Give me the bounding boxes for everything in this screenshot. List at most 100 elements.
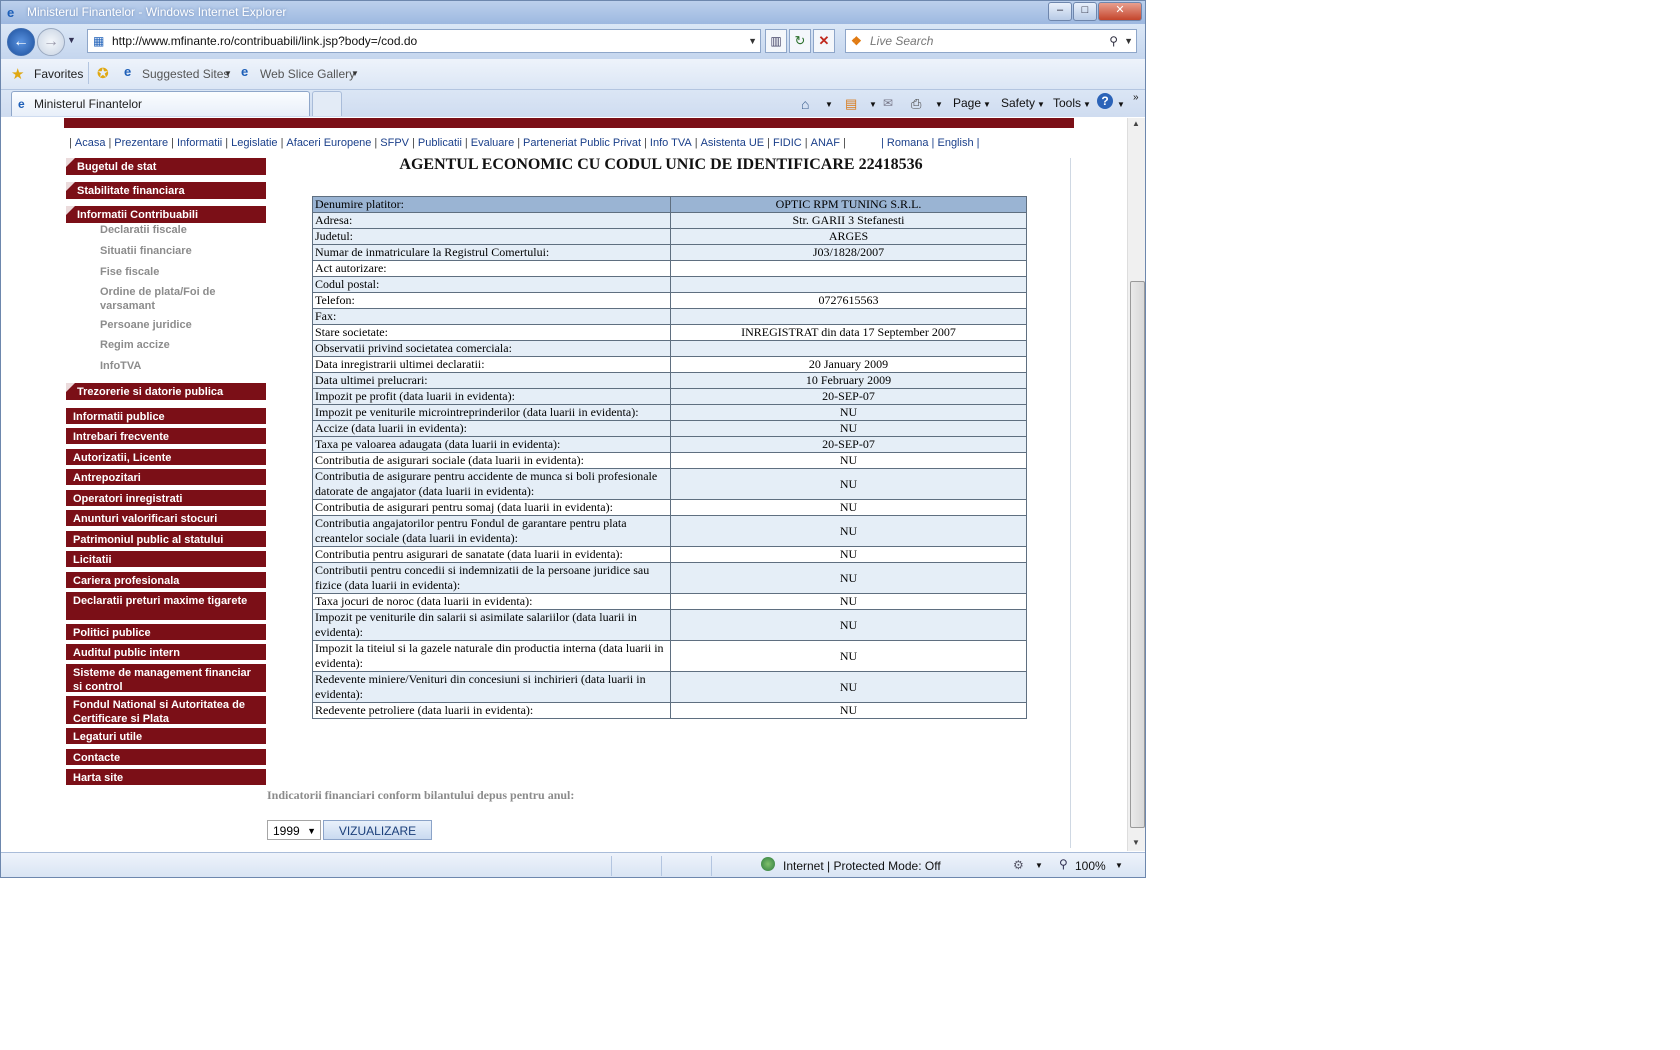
vertical-scrollbar[interactable]: ▲ ▼ bbox=[1127, 118, 1145, 851]
sidebar-item[interactable]: Harta site bbox=[66, 769, 266, 785]
home-icon[interactable]: ⌂ bbox=[801, 96, 809, 112]
sidebar-item[interactable]: Antrepozitari bbox=[66, 469, 266, 485]
sidebar-item[interactable]: Contacte bbox=[66, 749, 266, 765]
minimize-button[interactable]: ‒ bbox=[1048, 2, 1072, 21]
sidebar-item[interactable]: Sisteme de management financiar si contr… bbox=[66, 664, 266, 693]
table-row: Denumire platitor: OPTIC RPM TUNING S.R.L… bbox=[312, 196, 1027, 213]
read-mail-icon[interactable]: ✉ bbox=[883, 96, 893, 110]
sidebar-subitem[interactable]: Declaratii fiscale bbox=[100, 223, 266, 237]
topnav-separator: | bbox=[108, 137, 112, 149]
sidebar-item[interactable]: Informatii Contribuabili bbox=[66, 206, 266, 223]
sidebar-subitem[interactable]: Situatii financiare bbox=[100, 244, 266, 258]
tab-ministerul-finantelor[interactable]: e Ministerul Finantelor bbox=[11, 91, 310, 116]
sidebar-subitem[interactable]: Fise fiscale bbox=[100, 265, 266, 279]
history-dropdown-icon[interactable]: ▼ bbox=[67, 35, 76, 45]
webslice-dropdown-icon[interactable]: ▼ bbox=[351, 69, 359, 78]
topnav-separator: | bbox=[412, 137, 415, 149]
topnav-link[interactable]: Parteneriat Public Privat bbox=[523, 137, 641, 149]
topnav-link[interactable]: Informatii bbox=[177, 137, 222, 149]
sidebar-item[interactable]: Politici publice bbox=[66, 624, 266, 640]
sidebar-item[interactable]: Cariera profesionala bbox=[66, 572, 266, 588]
topnav-link[interactable]: Prezentare bbox=[114, 137, 168, 149]
help-icon[interactable]: ? bbox=[1097, 93, 1113, 109]
topnav-link[interactable]: Evaluare bbox=[471, 137, 514, 149]
sidebar-subitem[interactable]: Persoane juridice bbox=[100, 318, 266, 332]
topnav-link[interactable]: ANAF bbox=[811, 137, 840, 149]
suggested-sites-link[interactable]: Suggested Sites bbox=[142, 67, 229, 81]
more-commands-icon[interactable]: » bbox=[1133, 92, 1139, 103]
topnav-link[interactable]: Acasa bbox=[75, 137, 106, 149]
back-button[interactable]: ← bbox=[7, 28, 35, 56]
sidebar-item[interactable]: Intrebari frecvente bbox=[66, 428, 266, 444]
security-zone-text[interactable]: Internet | Protected Mode: Off bbox=[783, 859, 941, 873]
row-label: Denumire platitor: bbox=[312, 196, 671, 213]
topnav-separator: | bbox=[694, 137, 698, 149]
stop-icon[interactable]: ✕ bbox=[813, 29, 835, 53]
sidebar-item[interactable]: Licitatii bbox=[66, 551, 266, 567]
scroll-up-icon[interactable]: ▲ bbox=[1132, 119, 1140, 128]
favorites-button[interactable]: Favorites bbox=[34, 67, 83, 81]
language-link[interactable]: English bbox=[937, 137, 973, 149]
year-select[interactable]: 1999 ▼ bbox=[267, 820, 321, 840]
print-icon[interactable]: ⎙ bbox=[911, 96, 921, 112]
protected-dropdown-icon[interactable]: ▼ bbox=[1035, 861, 1043, 870]
scroll-down-icon[interactable]: ▼ bbox=[1132, 838, 1140, 847]
sidebar-item[interactable]: Patrimoniul public al statului bbox=[66, 531, 266, 547]
table-row: Accize (data luarii in evidenta): NU bbox=[312, 420, 1027, 437]
maximize-button[interactable]: □ bbox=[1073, 2, 1097, 21]
sidebar-item[interactable]: Stabilitate financiara bbox=[66, 182, 266, 199]
sidebar-item[interactable]: Legaturi utile bbox=[66, 728, 266, 744]
topnav-link[interactable]: Asistenta UE bbox=[701, 137, 765, 149]
page-menu[interactable]: Page bbox=[953, 96, 981, 110]
topnav-link[interactable]: Legislatie bbox=[231, 137, 277, 149]
forward-button[interactable]: → bbox=[37, 28, 65, 56]
web-slice-gallery-link[interactable]: Web Slice Gallery bbox=[260, 67, 355, 81]
close-button[interactable]: ✕ bbox=[1098, 2, 1142, 21]
scroll-thumb[interactable] bbox=[1130, 281, 1145, 828]
zoom-level[interactable]: 100% bbox=[1075, 859, 1106, 873]
safety-menu[interactable]: Safety bbox=[1001, 96, 1035, 110]
sidebar-item[interactable]: Trezorerie si datorie publica bbox=[66, 383, 266, 400]
topnav-link[interactable]: FIDIC bbox=[773, 137, 802, 149]
refresh-icon[interactable]: ↻ bbox=[789, 29, 811, 53]
topnav-link[interactable]: SFPV bbox=[380, 137, 409, 149]
sidebar-subitem[interactable]: InfoTVA bbox=[100, 359, 266, 373]
print-dropdown-icon[interactable]: ▼ bbox=[935, 100, 943, 109]
search-options-icon[interactable]: ▼ bbox=[1124, 30, 1133, 52]
sidebar-item[interactable]: Declaratii preturi maxime tigarete bbox=[66, 592, 266, 620]
sidebar-item[interactable]: Operatori inregistrati bbox=[66, 490, 266, 506]
feeds-dropdown-icon[interactable]: ▼ bbox=[869, 100, 877, 109]
sidebar-item[interactable]: Anunturi valorificari stocuri bbox=[66, 510, 266, 526]
search-icon[interactable]: ⚲ bbox=[1109, 30, 1118, 52]
home-dropdown-icon[interactable]: ▼ bbox=[825, 100, 833, 109]
zoom-dropdown-icon[interactable]: ▼ bbox=[1115, 861, 1123, 870]
row-value: OPTIC RPM TUNING S.R.L. bbox=[670, 196, 1027, 213]
topnav-link[interactable]: Info TVA bbox=[650, 137, 692, 149]
table-row: Impozit pe veniturile din salarii si asi… bbox=[312, 609, 1027, 641]
tools-menu[interactable]: Tools bbox=[1053, 96, 1081, 110]
search-box[interactable]: ❖ Live Search ⚲ ▼ bbox=[845, 29, 1137, 53]
topnav-link[interactable]: Afaceri Europene bbox=[286, 137, 371, 149]
row-label: Numar de inmatriculare la Registrul Come… bbox=[312, 244, 671, 261]
sidebar-item[interactable]: Informatii publice bbox=[66, 408, 266, 424]
vizualizare-button[interactable]: VIZUALIZARE bbox=[323, 820, 432, 840]
row-value: NU bbox=[670, 404, 1027, 421]
sidebar-item[interactable]: Auditul public intern bbox=[66, 644, 266, 660]
address-dropdown-icon[interactable]: ▼ bbox=[748, 30, 757, 52]
protected-mode-icon[interactable]: ⚙ bbox=[1013, 858, 1024, 872]
compatibility-view-icon[interactable]: ▥ bbox=[765, 29, 787, 53]
topnav-link[interactable]: Publicatii bbox=[418, 137, 462, 149]
help-dropdown-icon[interactable]: ▼ bbox=[1117, 100, 1125, 109]
sidebar-item[interactable]: Autorizatii, Licente bbox=[66, 449, 266, 465]
sidebar-subitem[interactable]: Ordine de plata/Foi de varsamant bbox=[100, 285, 230, 313]
add-to-favorites-icon[interactable]: ✪ bbox=[97, 65, 109, 82]
sidebar-subitem[interactable]: Regim accize bbox=[100, 338, 266, 352]
new-tab-button[interactable] bbox=[312, 91, 342, 116]
suggested-dropdown-icon[interactable]: ▼ bbox=[224, 69, 232, 78]
sidebar-item[interactable]: Bugetul de stat bbox=[66, 158, 266, 175]
address-bar[interactable]: ▦ http://www.mfinante.ro/contribuabili/l… bbox=[87, 29, 761, 53]
language-link[interactable]: Romana bbox=[887, 137, 929, 149]
top-navigation: | Acasa | Prezentare | Informatii | Legislatie |… bbox=[69, 137, 846, 149]
feeds-icon[interactable]: ▤ bbox=[845, 96, 857, 112]
sidebar-item[interactable]: Fondul National si Autoritatea de Certif… bbox=[66, 696, 266, 725]
